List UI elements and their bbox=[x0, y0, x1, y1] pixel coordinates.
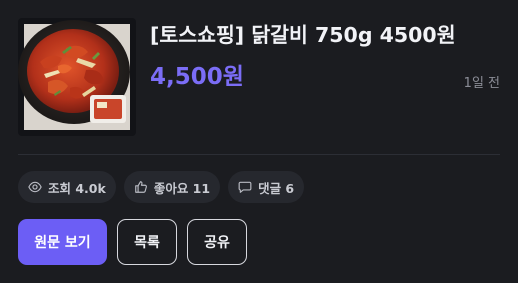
post-title[interactable]: [토스쇼핑] 닭갈비 750g 4500원 bbox=[150, 18, 456, 48]
list-button[interactable]: 목록 bbox=[117, 219, 177, 265]
product-price: 4,500원 bbox=[150, 64, 244, 90]
likes-stat[interactable]: 좋아요 11 bbox=[123, 171, 221, 203]
views-stat: 조회 4.0k bbox=[18, 171, 116, 203]
action-bar: 원문 보기 목록 공유 bbox=[18, 219, 247, 265]
views-count: 조회 4.0k bbox=[48, 180, 106, 196]
product-thumbnail[interactable] bbox=[18, 18, 136, 136]
comment-icon bbox=[238, 181, 252, 193]
dakgalbi-image bbox=[18, 20, 130, 130]
thumbs-up-icon bbox=[134, 181, 147, 193]
comments-count: 댓글 6 bbox=[258, 180, 295, 196]
view-original-button[interactable]: 원문 보기 bbox=[18, 219, 107, 265]
comments-stat[interactable]: 댓글 6 bbox=[228, 171, 305, 203]
eye-icon bbox=[28, 181, 42, 193]
post-timestamp: 1일 전 bbox=[463, 76, 500, 91]
likes-count: 좋아요 11 bbox=[153, 180, 211, 196]
post-card: [토스쇼핑] 닭갈비 750g 4500원 4,500원 1일 전 조회 4.0… bbox=[0, 0, 518, 283]
stats-row: 조회 4.0k 좋아요 11 댓글 6 bbox=[18, 171, 305, 203]
share-button[interactable]: 공유 bbox=[187, 219, 247, 265]
divider bbox=[18, 154, 500, 155]
